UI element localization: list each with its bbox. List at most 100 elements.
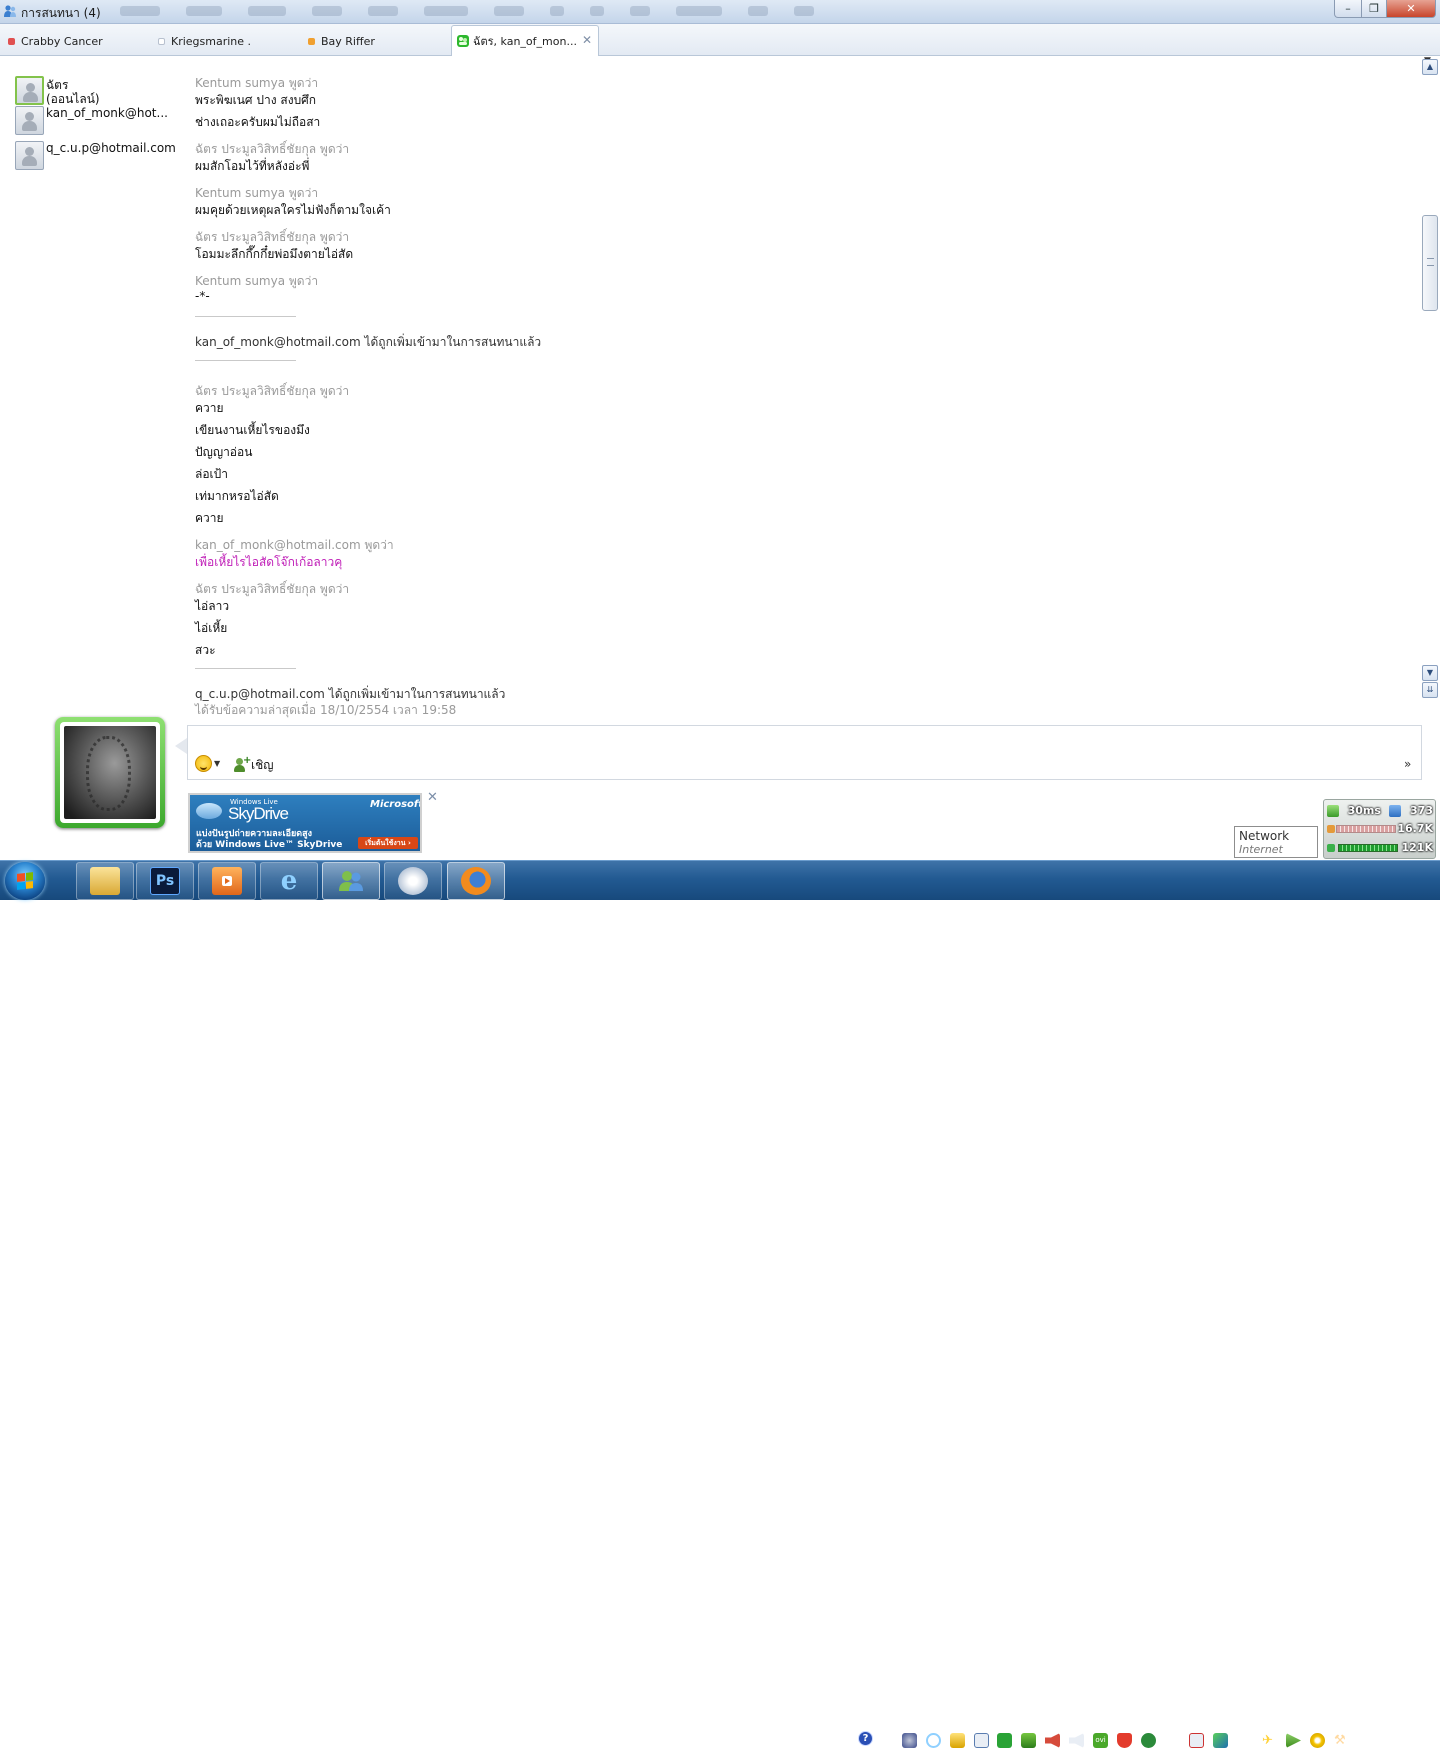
help-icon[interactable]: ? — [858, 1731, 873, 1746]
tab-label: Kriegsmarine . — [171, 34, 252, 48]
tray-ovi-icon[interactable]: ovi — [1093, 1733, 1108, 1748]
window-title: การสนทนา (4) — [21, 6, 101, 20]
tray-plane-icon[interactable]: ✈ — [1262, 1733, 1277, 1748]
network-meter-gadget: 30ms 373 16.7K 121K — [1323, 799, 1436, 859]
scrollbar-thumb[interactable] — [1422, 215, 1438, 311]
tray-tool-icon[interactable]: ⚒ — [1334, 1733, 1349, 1748]
message-line: ช่างเถอะครับผมไม่ถือสา — [195, 115, 321, 129]
tray-nvidia-icon[interactable] — [1021, 1733, 1036, 1748]
tray-mute-icon[interactable] — [1045, 1733, 1060, 1748]
tab-crabby-cancer[interactable]: Crabby Cancer — [8, 28, 103, 54]
ping-value: 30ms — [1347, 804, 1381, 817]
participant-chat[interactable]: ฉัตร (ออนไลน์) — [15, 76, 100, 106]
avatar — [15, 76, 44, 105]
message-line: ควาย — [195, 511, 224, 525]
volume-icon[interactable] — [1069, 1733, 1084, 1748]
taskbar-explorer[interactable] — [76, 862, 134, 900]
message-line: ปัญญาอ่อน — [195, 445, 253, 459]
folder-icon — [90, 867, 120, 895]
media-player-icon — [212, 867, 242, 895]
ad-company: Microsoft — [370, 799, 422, 810]
upload-rate: 16.7K — [1397, 822, 1433, 835]
invite-button[interactable]: + เชิญ — [233, 755, 273, 775]
compose-pointer — [175, 738, 187, 754]
message-line: ผมสักโอมไว้ที่หลังอ่ะพี่ — [195, 159, 310, 173]
download-bar — [1338, 843, 1399, 852]
upload-bar — [1336, 824, 1397, 833]
tray-app2-icon[interactable] — [1213, 1733, 1228, 1748]
tab-kriegsmarine[interactable]: Kriegsmarine . — [158, 28, 251, 54]
status-dot-icon — [158, 37, 165, 45]
my-display-picture[interactable] — [55, 717, 165, 828]
scroll-up-button[interactable]: ▲ — [1422, 59, 1438, 75]
message-sender: Kentum sumya พูดว่า — [195, 274, 319, 288]
add-contact-icon: + — [233, 755, 251, 773]
message-line: สวะ — [195, 643, 216, 657]
message-line: ไอ่ลาว — [195, 599, 230, 613]
tray-utorrent-icon[interactable] — [1141, 1733, 1156, 1748]
ad-line-2: ด้วย Windows Live™ SkyDrive — [196, 840, 343, 850]
message-line: ไอ่เหี้ย — [195, 621, 228, 635]
tray-refresh-icon[interactable] — [926, 1733, 941, 1748]
taskbar-messenger[interactable] — [322, 862, 380, 900]
taskbar-internet-explorer[interactable]: e — [260, 862, 318, 900]
scroll-down-button[interactable]: ▼ — [1422, 665, 1438, 681]
participant-status: (ออนไลน์) — [46, 92, 100, 106]
message-line: ควาย — [195, 401, 224, 415]
connection-icon — [1389, 804, 1402, 817]
tray-disc-icon[interactable] — [1310, 1733, 1325, 1748]
tray-users-icon[interactable] — [950, 1733, 965, 1748]
minimize-button[interactable]: – — [1334, 0, 1362, 18]
skydrive-ad-banner[interactable]: Windows Live SkyDrive Microsoft แบ่งปันร… — [188, 793, 422, 853]
separator — [195, 316, 296, 317]
status-dot-icon — [308, 37, 315, 45]
tray-app-icon[interactable] — [902, 1733, 917, 1748]
message-line: โอมมะลึกกึ๊กกึ๋ยพ่อมึงตายไอ่สัด — [195, 247, 354, 261]
participant-q-c-u-p[interactable]: q_c.u.p@hotmail.com — [15, 141, 176, 170]
tray-check-icon[interactable] — [997, 1733, 1012, 1748]
chevron-down-icon: ▼ — [214, 759, 221, 768]
ad-product: SkyDrive — [228, 804, 289, 823]
clock-time: 19:58 — [1376, 1727, 1408, 1740]
taskbar-firefox[interactable] — [447, 862, 505, 900]
scroll-to-end-button[interactable]: ⇊ — [1422, 682, 1438, 698]
ad-cta-button[interactable]: เริ่มต้นใช้งาน › — [358, 837, 418, 849]
language-options-icon[interactable]: ⇅ — [883, 1727, 891, 1737]
maximize-button[interactable]: ❐ — [1361, 0, 1387, 18]
show-desktop-button[interactable] — [1430, 1722, 1440, 1761]
close-window-button[interactable]: ✕ — [1386, 0, 1436, 18]
tray-network-icon[interactable] — [1165, 1733, 1180, 1748]
tab-group-chat-active[interactable]: ฉัตร, kan_of_mon... ✕ — [451, 25, 599, 56]
tattoo-photo — [64, 726, 156, 819]
network-title: Network — [1239, 829, 1290, 843]
close-ad-button[interactable]: ✕ — [427, 790, 438, 805]
smiley-icon — [195, 755, 212, 772]
network-tooltip: Network Internet access — [1234, 826, 1318, 870]
taskbar-media-player[interactable] — [198, 862, 256, 900]
tray-arrow-icon[interactable] — [1286, 1733, 1301, 1748]
network-activity-icon — [1327, 804, 1339, 817]
tray-monitor-icon[interactable] — [974, 1733, 989, 1748]
emoticon-button[interactable]: ▼ — [195, 755, 220, 772]
participant-kan-of-monk[interactable]: kan_of_monk@hot... — [15, 106, 168, 135]
tray-display-icon[interactable] — [1189, 1733, 1204, 1748]
avatar — [15, 141, 44, 170]
messenger-icon — [336, 867, 366, 895]
system-clock[interactable]: 19:58 18/10/2554 — [1356, 1726, 1428, 1756]
tab-label: ฉัตร, kan_of_mon... — [473, 35, 577, 48]
taskbar-photoshop[interactable]: Ps — [136, 862, 194, 900]
taskbar-paint[interactable] — [384, 862, 442, 900]
tab-bay-riffer[interactable]: Bay Riffer — [308, 28, 375, 54]
tray-shield-icon[interactable] — [1117, 1733, 1132, 1748]
action-center-flag-icon[interactable] — [1238, 1733, 1253, 1748]
upload-icon — [1327, 824, 1335, 833]
message-line: เพื่อเหี้ยไรไอสัดโจ๊กเก้อลาวคุ — [195, 555, 343, 569]
start-button[interactable] — [5, 862, 45, 900]
download-rate: 121K — [1401, 841, 1434, 854]
expand-toolbar-button[interactable]: » — [1404, 757, 1411, 771]
participant-name: kan_of_monk@hot... — [46, 106, 168, 120]
message-input[interactable] — [187, 725, 1422, 780]
group-chat-icon — [457, 35, 469, 47]
language-indicator[interactable]: TH — [836, 1732, 851, 1745]
close-tab-icon[interactable]: ✕ — [582, 33, 592, 47]
